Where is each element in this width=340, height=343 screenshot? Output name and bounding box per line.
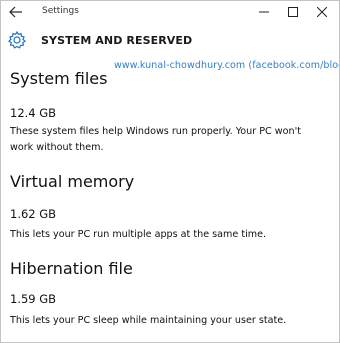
maximize-button[interactable] [280, 1, 306, 23]
gear-icon [7, 30, 27, 50]
section-description: This lets your PC run multiple apps at t… [10, 229, 267, 240]
section-size: 12.4 GB [10, 106, 57, 120]
page-header: SYSTEM AND RESERVED [1, 25, 339, 57]
section-size: 1.62 GB [10, 207, 57, 221]
section-title: System files [10, 69, 108, 88]
title-bar: Settings [1, 1, 339, 23]
section-size: 1.59 GB [10, 292, 57, 306]
page-title: SYSTEM AND RESERVED [41, 34, 193, 47]
section-description: These system files help Windows run prop… [10, 126, 301, 153]
settings-window: Settings SYSTEM AND RESERVED www.kunal-c… [0, 0, 340, 343]
maximize-icon [288, 7, 298, 17]
watermark-text: www.kunal-chowdhury.com (facebook.com/bl… [114, 60, 339, 71]
back-arrow-icon[interactable] [7, 4, 25, 20]
close-icon [317, 7, 327, 17]
minimize-icon [259, 11, 269, 13]
close-button[interactable] [309, 1, 335, 23]
section-title: Hibernation file [10, 259, 133, 278]
window-title: Settings [42, 6, 79, 16]
section-title: Virtual memory [10, 172, 135, 191]
minimize-button[interactable] [251, 1, 277, 23]
section-description: This lets your PC sleep while maintainin… [10, 315, 287, 326]
